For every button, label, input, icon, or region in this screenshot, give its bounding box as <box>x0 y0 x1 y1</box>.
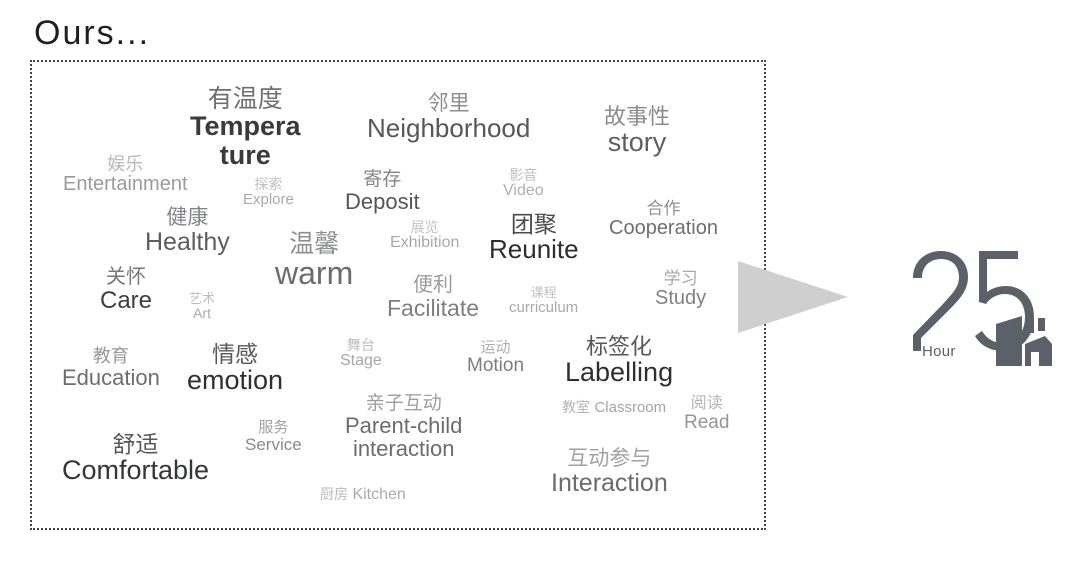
wordcloud-item: 厨房 Kitchen <box>320 486 406 504</box>
wordcloud-item-zh: 舞台 <box>346 337 375 353</box>
wordcloud-item-zh: 温馨 <box>289 230 340 258</box>
wordcloud-item-zh: 艺术 <box>189 291 216 306</box>
wordcloud-item: 寄存 Deposit <box>345 170 420 213</box>
wordcloud-item: 故事性 story <box>604 104 671 158</box>
wordcloud-item-zh: 健康 <box>166 206 209 229</box>
wordcloud-item: 展览 Exhibition <box>390 220 459 251</box>
wordcloud-item-en: Parent-child <box>345 412 463 438</box>
wordcloud-item-zh: 学习 <box>663 269 698 288</box>
right-arrow-icon <box>738 255 858 339</box>
wordcloud-item: 有温度 Tempera ture <box>190 86 301 169</box>
wordcloud-item-en: Stage <box>340 351 382 369</box>
wordcloud-item-zh: 影音 <box>509 167 538 183</box>
wordcloud-item-zh: 课程 <box>530 285 557 300</box>
wordcloud-item-en: Video <box>503 181 544 199</box>
wordcloud-item-zh: 标签化 <box>586 334 653 359</box>
wordcloud-item-en: Exhibition <box>390 233 460 251</box>
wordcloud-item-en: warm <box>275 255 354 292</box>
wordcloud-item-en: Interaction <box>551 469 668 498</box>
wordcloud-item: 便利 Facilitate <box>387 274 480 321</box>
wordcloud-item: 学习 Study <box>655 270 706 309</box>
wordcloud-item-en: Motion <box>467 354 525 376</box>
wordcloud-item-zh: 亲子互动 <box>365 393 442 414</box>
wordcloud-item-en: Art <box>193 304 211 321</box>
wordcloud-item-zh: 关怀 <box>106 266 147 288</box>
wordcloud-item: 舒适 Comfortable <box>62 431 210 486</box>
wordcloud-item-zh: 互动参与 <box>567 447 652 470</box>
wordcloud-item-zh: 运动 <box>480 339 511 356</box>
wordcloud-item-en: Healthy <box>145 228 230 257</box>
wordcloud-item-zh: 有温度 <box>207 85 283 113</box>
wordcloud-item-zh: 探索 <box>254 176 283 192</box>
wordcloud-item: 团聚 Reunite <box>489 212 579 263</box>
wordcloud-item: 运动 Motion <box>467 340 524 376</box>
wordcloud-item-en: Education <box>62 364 160 390</box>
wordcloud-item: 温馨 warm <box>275 231 353 291</box>
wordcloud-item-en: Read <box>684 411 730 433</box>
wordcloud-item-en: Deposit <box>345 188 420 214</box>
wordcloud-item-zh: 故事性 <box>604 104 671 129</box>
wordcloud-item: 邻里 Neighborhood <box>367 92 531 144</box>
wordcloud-item-en: Facilitate <box>387 295 480 321</box>
wordcloud-item-en: Kitchen <box>352 486 406 503</box>
wordcloud-item: 教室 Classroom <box>562 400 666 417</box>
wordcloud-item: 亲子互动 Parent-child interaction <box>345 393 463 462</box>
wordcloud-item: 探索 Explore <box>243 177 294 207</box>
wordcloud-item-en: Tempera <box>190 111 301 142</box>
wordcloud-item-en: Service <box>245 434 302 454</box>
wordcloud-item-en: Cooperation <box>609 216 718 239</box>
wordcloud-item: 教育 Education <box>62 347 160 389</box>
wordcloud-item: 影音 Video <box>503 168 544 199</box>
wordcloud-item-en: Study <box>655 286 707 309</box>
wordcloud-item-zh: 服务 <box>258 419 289 436</box>
wordcloud-item-zh: 邻里 <box>427 92 470 115</box>
wordcloud-item-en: Reunite <box>489 234 579 265</box>
wordcloud-item-zh: 团聚 <box>510 211 557 237</box>
wordcloud-item-zh: 阅读 <box>690 395 723 412</box>
wordcloud-item: 阅读 Read <box>684 395 730 433</box>
slide-canvas: Ours... Hour 有温度 Tempera ture 邻里 Neighborhoo… <box>0 0 1080 562</box>
wordcloud-item: 标签化 Labelling <box>565 334 674 388</box>
logo-hour-label: Hour <box>922 343 956 360</box>
wordcloud-item: 舞台 Stage <box>340 338 382 369</box>
wordcloud-item-en: Classroom <box>594 399 667 416</box>
wordcloud-item-zh: 合作 <box>646 199 681 218</box>
wordcloud-item-zh: 教育 <box>92 346 129 366</box>
wordcloud-item: 情感 emotion <box>187 341 284 396</box>
wordcloud-item: 艺术 Art <box>189 292 215 320</box>
page-title: Ours... <box>34 14 151 52</box>
wordcloud-item-en: Labelling <box>565 357 674 388</box>
wordcloud-item: 关怀 Care <box>100 266 153 314</box>
wordcloud-item-en: curriculum <box>509 298 579 316</box>
wordcloud-item: 合作 Cooperation <box>609 200 718 239</box>
wordcloud-item-zh: 便利 <box>413 274 454 296</box>
wordcloud-item-en: Comfortable <box>62 455 210 486</box>
wordcloud-item: 互动参与 Interaction <box>551 447 668 498</box>
wordcloud-item-zh: 娱乐 <box>107 154 144 174</box>
wordcloud-item-en: Care <box>100 287 153 314</box>
wordcloud-item-zh: 寄存 <box>363 169 402 190</box>
wordcloud-item: 娱乐 Entertainment <box>63 155 188 195</box>
wordcloud-item-zh: 厨房 <box>320 486 348 502</box>
wordcloud-item-en: story <box>607 127 667 158</box>
wordcloud-item-en: Explore <box>243 190 294 208</box>
wordcloud-item-zh: 教室 <box>562 399 590 415</box>
wordcloud-item: 服务 Service <box>245 420 302 454</box>
wordcloud-item-zh: 展览 <box>410 219 439 235</box>
wordcloud-item-en: ture <box>219 139 271 170</box>
wordcloud-item: 健康 Healthy <box>145 206 230 257</box>
wordcloud-item-en: interaction <box>352 436 455 462</box>
wordcloud-item-en: emotion <box>187 365 284 396</box>
wordcloud-item-en: Neighborhood <box>367 113 531 144</box>
wordcloud-item-zh: 情感 <box>212 341 259 367</box>
wordcloud-item-en: Entertainment <box>63 172 188 195</box>
wordcloud-item: 课程 curriculum <box>509 286 578 315</box>
wordcloud-item-zh: 舒适 <box>112 431 159 457</box>
